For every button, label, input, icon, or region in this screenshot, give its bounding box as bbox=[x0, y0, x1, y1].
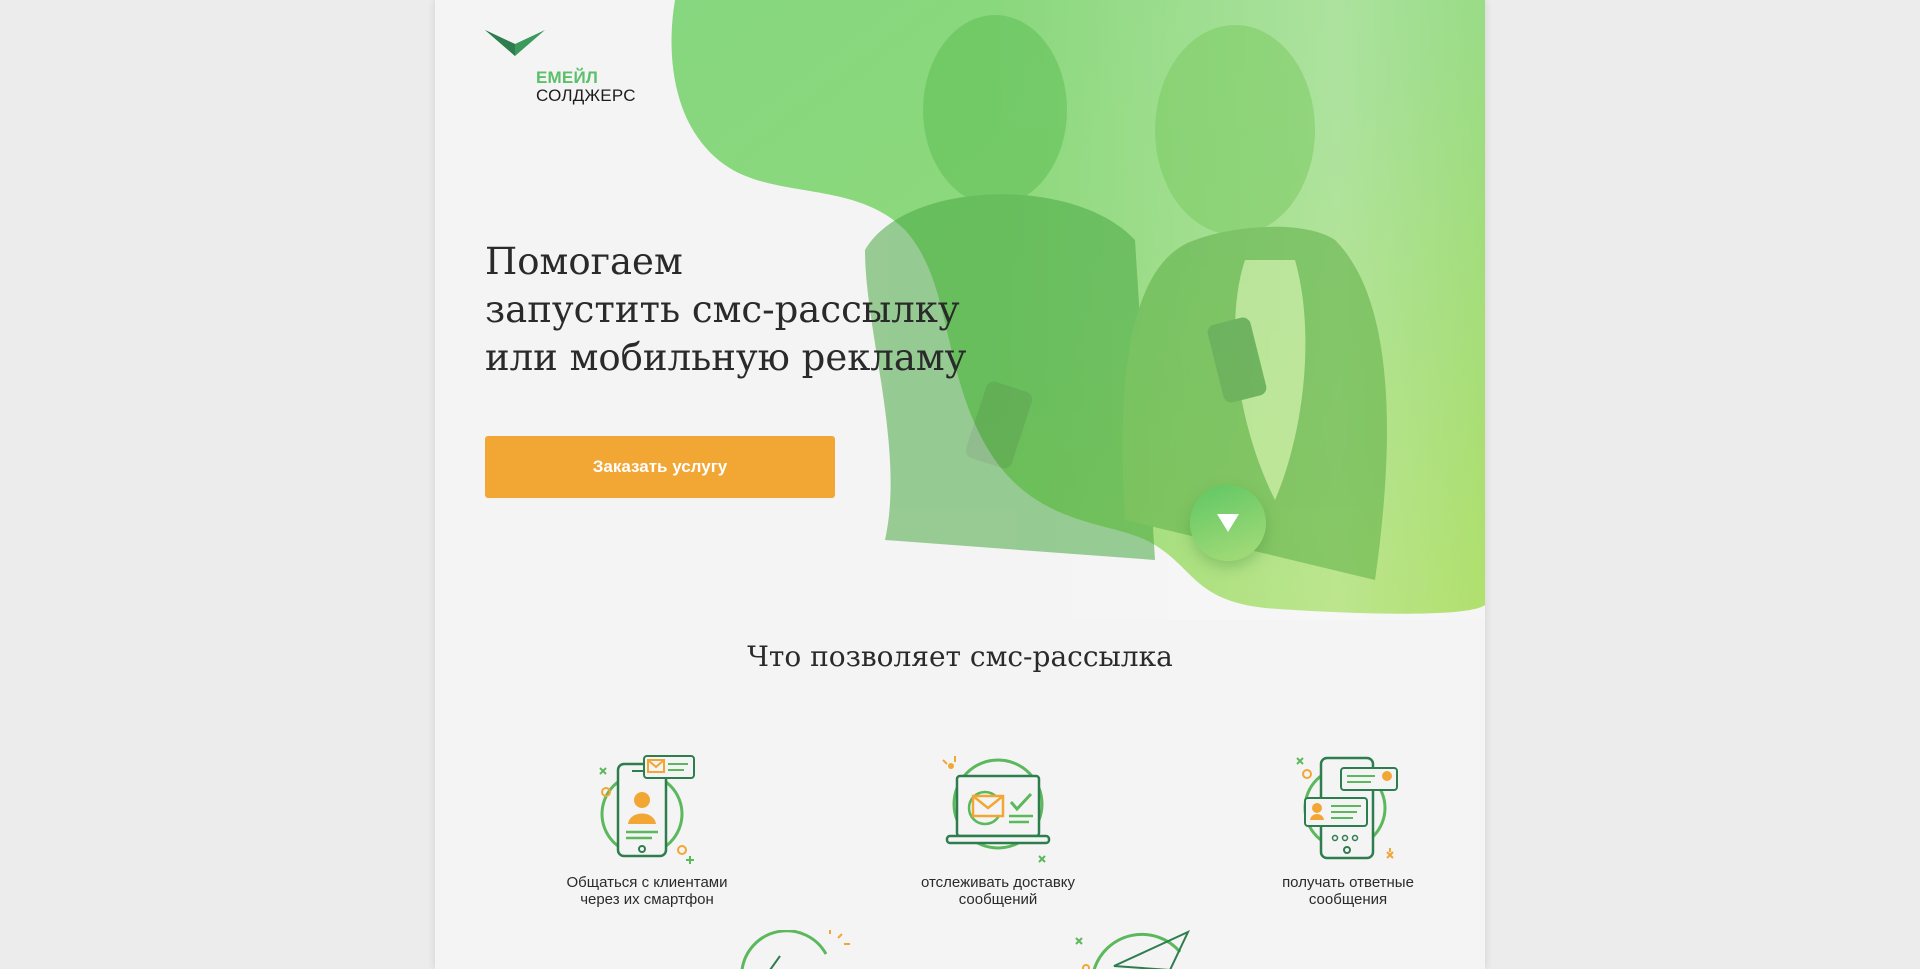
laptop-delivery-check-icon bbox=[942, 756, 1051, 863]
headline-line-1: Помогаем bbox=[485, 240, 683, 283]
feature-item: отслеживать доставку сообщений bbox=[878, 752, 1118, 908]
brand-name-line2: СОЛДЖЕРС bbox=[536, 86, 636, 105]
features-section-title: Что позволяет смс-рассылка bbox=[747, 640, 1173, 673]
feature-caption-line: отслеживать доставку bbox=[920, 874, 1076, 891]
feature-caption-line: сообщений bbox=[958, 891, 1038, 908]
headline-line-2: запустить смс-рассылку bbox=[485, 288, 960, 331]
hero-headline: Помогаем запустить смс-рассылку или моби… bbox=[485, 238, 1005, 382]
phone-reply-messages-icon bbox=[1296, 756, 1398, 860]
checkmark-logo-icon bbox=[485, 30, 545, 56]
feature-caption-line: через их смартфон bbox=[580, 891, 714, 908]
brand-name-line1: ЕМЕЙЛ bbox=[536, 68, 598, 87]
partial-feature-icon bbox=[740, 930, 850, 969]
order-service-button[interactable]: Заказать услугу bbox=[485, 436, 835, 498]
feature-caption-line: сообщения bbox=[1308, 891, 1388, 908]
landing-page: ЕМЕЙЛ СОЛДЖЕРС Помогаем запустить смс-ра… bbox=[435, 0, 1485, 969]
partial-paper-plane-icon bbox=[1075, 930, 1191, 969]
scroll-down-button[interactable] bbox=[1190, 485, 1266, 561]
smartphone-chat-icon bbox=[599, 755, 695, 864]
triangle-down-icon bbox=[1217, 514, 1239, 532]
feature-caption-line: получать ответные bbox=[1282, 874, 1414, 891]
brand-logo[interactable]: ЕМЕЙЛ СОЛДЖЕРС bbox=[485, 30, 645, 110]
feature-caption-line: Общаться с клиентами bbox=[566, 874, 728, 891]
headline-line-3: или мобильную рекламу bbox=[485, 336, 967, 379]
feature-item: получать ответные сообщения bbox=[1228, 752, 1468, 908]
feature-item: Общаться с клиентами через их смартфон bbox=[527, 752, 767, 908]
